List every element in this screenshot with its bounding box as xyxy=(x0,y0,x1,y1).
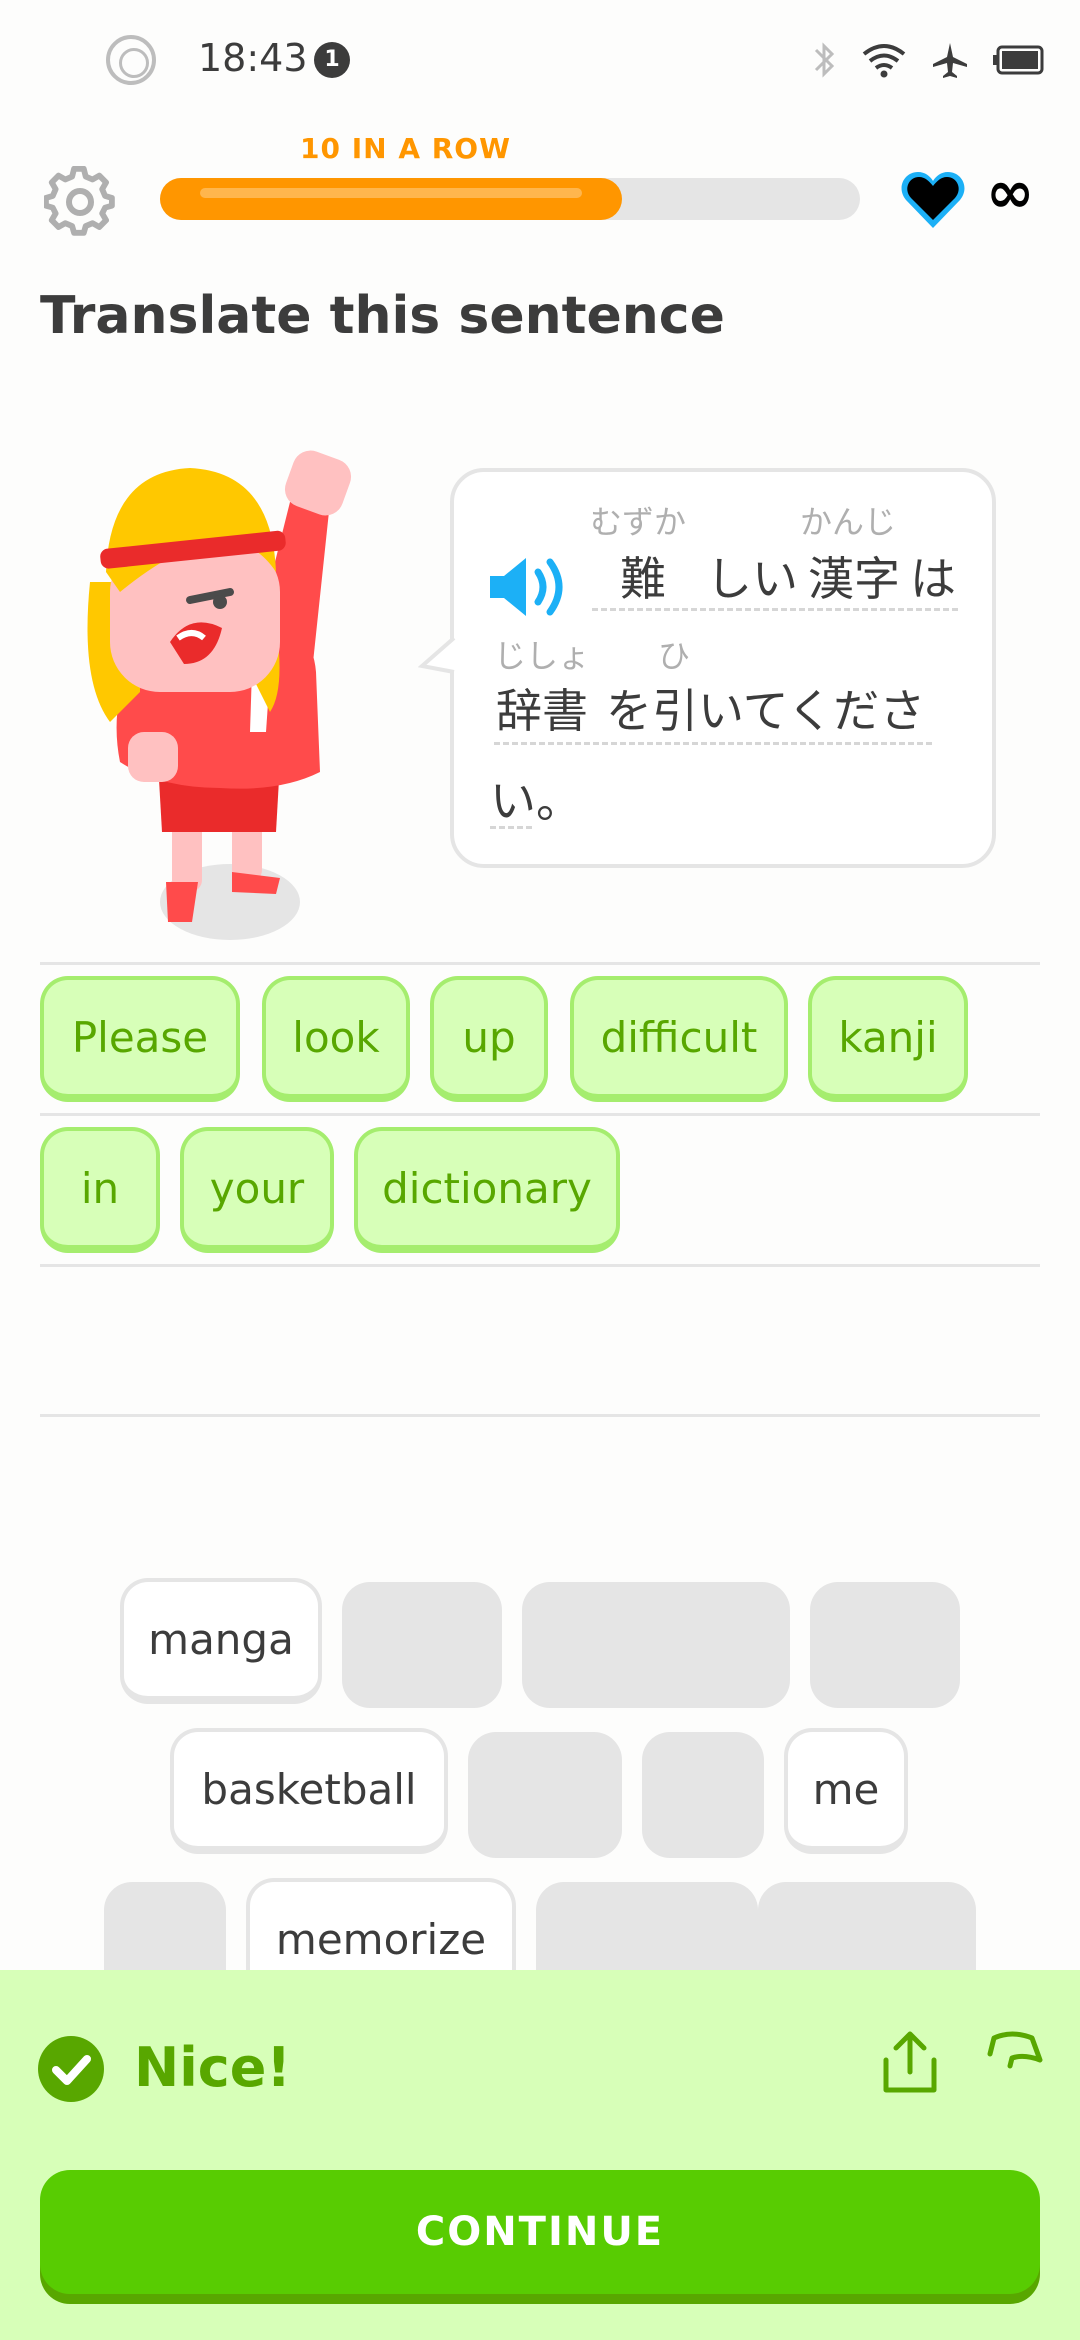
answer-word-please[interactable]: Please xyxy=(40,976,240,1102)
lesson-progress-bar xyxy=(160,178,860,220)
word-bank-me[interactable]: me xyxy=(784,1728,908,1854)
speaker-icon[interactable] xyxy=(486,552,570,622)
word-bank-slot-empty xyxy=(642,1732,764,1858)
airplane-icon xyxy=(933,43,967,78)
share-icon[interactable] xyxy=(880,2030,940,2096)
notification-badge: 1 xyxy=(314,42,350,78)
answer-word-in[interactable]: in xyxy=(40,1127,160,1253)
jp-token-wo[interactable]: を xyxy=(606,688,652,734)
streak-label: 10 IN A ROW xyxy=(300,132,511,165)
reading-muzuka: むずか xyxy=(590,503,687,541)
reading-kanji: かんじ xyxy=(800,503,897,541)
lesson-screen: { "status_bar": { "time": "18:43", "noti… xyxy=(0,0,1080,2340)
jp-token-i[interactable]: い。 xyxy=(490,778,582,824)
status-icons xyxy=(812,34,1044,86)
word-bank-basketball[interactable]: basketball xyxy=(170,1728,448,1854)
answer-line xyxy=(40,962,1040,965)
progress-fill xyxy=(160,178,622,220)
jp-token-hi[interactable]: 引 xyxy=(652,688,698,734)
answer-word-up[interactable]: up xyxy=(430,976,548,1102)
answer-word-difficult[interactable]: difficult xyxy=(570,976,788,1102)
continue-button[interactable]: CONTINUE xyxy=(40,2170,1040,2294)
word-bank-manga[interactable]: manga xyxy=(120,1578,322,1704)
check-circle-icon xyxy=(38,2036,104,2102)
jp-token-jisho[interactable]: 辞書 xyxy=(496,688,588,734)
jp-token-itekudasa[interactable]: いてくださ xyxy=(698,688,925,734)
jp-token-kanji[interactable]: 漢字 xyxy=(808,556,900,602)
reading-hi: ひ xyxy=(658,637,691,675)
answer-line xyxy=(40,1264,1040,1267)
underline xyxy=(490,826,532,829)
record-icon xyxy=(106,35,156,85)
reading-jisho: じしょ xyxy=(494,637,591,675)
answer-word-your[interactable]: your xyxy=(180,1127,334,1253)
speech-bubble-tail xyxy=(418,636,456,674)
page-title: Translate this sentence xyxy=(40,286,725,346)
battery-icon xyxy=(993,45,1044,75)
feedback-message: Nice! xyxy=(134,2036,291,2099)
answer-line xyxy=(40,1414,1040,1417)
answer-word-dictionary[interactable]: dictionary xyxy=(354,1127,620,1253)
word-bank-slot-empty xyxy=(342,1582,502,1708)
answer-line xyxy=(40,1113,1040,1116)
word-bank-slot-empty xyxy=(810,1582,960,1708)
answer-word-kanji[interactable]: kanji xyxy=(808,976,968,1102)
underline xyxy=(592,608,958,611)
lives-infinity: ∞ xyxy=(986,158,1035,226)
jp-token-shii[interactable]: しい xyxy=(706,556,798,602)
report-flag-icon[interactable] xyxy=(982,2028,1046,2094)
word-bank-slot-empty xyxy=(468,1732,622,1858)
word-bank-slot-empty xyxy=(522,1582,790,1708)
status-bar: 18:43 1 xyxy=(0,0,1080,120)
wifi-icon xyxy=(862,44,906,78)
status-time: 18:43 xyxy=(198,36,308,80)
underline xyxy=(494,742,932,745)
duo-character-illustration xyxy=(87,450,352,940)
bluetooth-icon xyxy=(814,42,835,78)
jp-token-nan[interactable]: 難 xyxy=(620,556,666,602)
progress-shine xyxy=(200,188,582,198)
jp-token-wa[interactable]: は xyxy=(910,556,956,602)
heart-icon[interactable] xyxy=(898,168,968,232)
answer-word-look[interactable]: look xyxy=(262,976,410,1102)
settings-gear-icon[interactable] xyxy=(44,166,116,238)
